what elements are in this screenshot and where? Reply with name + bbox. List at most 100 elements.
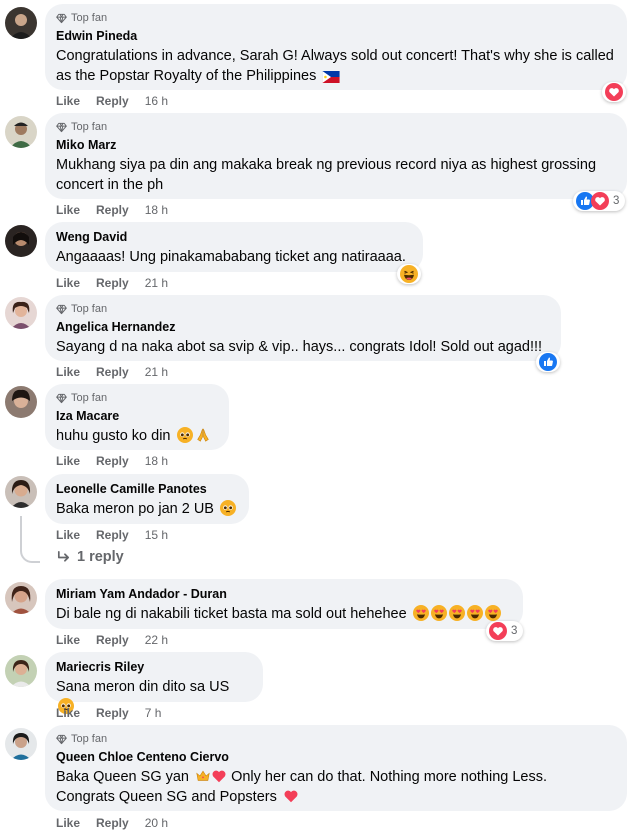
- avatar[interactable]: [5, 386, 37, 418]
- like-button[interactable]: Like: [56, 706, 80, 720]
- comment-text: Mukhang siya pa din ang makaka break ng …: [56, 157, 597, 193]
- comment-timestamp[interactable]: 15 h: [145, 528, 168, 542]
- top-fan-badge: Top fan: [56, 302, 549, 316]
- heart-eyes-icon: [449, 605, 465, 621]
- comment-bubble: Top fan Iza Macare huhu gusto ko din: [45, 384, 229, 450]
- like-button[interactable]: Like: [56, 633, 80, 647]
- comment-text: Congratulations in advance, Sarah G! Alw…: [56, 48, 614, 84]
- comment-author[interactable]: Queen Chloe Centeno Ciervo: [56, 749, 615, 765]
- comment-text: huhu gusto ko din: [56, 426, 217, 446]
- reaction-count: 3: [511, 625, 518, 637]
- comment-timestamp[interactable]: 22 h: [145, 633, 168, 647]
- reply-button[interactable]: Reply: [96, 454, 129, 468]
- reply-button[interactable]: Reply: [96, 706, 129, 720]
- heart-icon: [283, 788, 299, 804]
- reaction-summary[interactable]: 3: [573, 191, 626, 211]
- comment-bubble: Top fan Queen Chloe Centeno Ciervo Baka …: [45, 725, 627, 811]
- comment-author[interactable]: Leonelle Camille Panotes: [56, 481, 237, 497]
- diamond-icon: [56, 734, 67, 745]
- like-button[interactable]: Like: [56, 528, 80, 542]
- avatar[interactable]: [5, 7, 37, 39]
- comment-bubble: Weng David Angaaaas! Ung pinakamababang …: [45, 222, 423, 272]
- haha-reaction-icon: [400, 265, 418, 283]
- pleading-face-icon: [177, 427, 193, 443]
- reply-thread-line: [20, 516, 40, 563]
- comment-author[interactable]: Edwin Pineda: [56, 28, 615, 44]
- reaction-summary[interactable]: [602, 82, 626, 102]
- diamond-icon: [56, 393, 67, 404]
- reply-button[interactable]: Reply: [96, 94, 129, 108]
- reply-button[interactable]: Reply: [96, 203, 129, 217]
- comment-bubble: Top fan Angelica Hernandez Sayang d na n…: [45, 295, 561, 361]
- comment-bubble: Top fan Miko Marz Mukhang siya pa din an…: [45, 113, 627, 199]
- reply-button[interactable]: Reply: [96, 365, 129, 379]
- comment-bubble: Miriam Yam Andador - Duran Di bale ng di…: [45, 579, 523, 629]
- crown-icon: [195, 768, 211, 784]
- comment-actions: Like Reply 18 h: [56, 203, 168, 217]
- heart-eyes-icon: [413, 605, 429, 621]
- comment-author[interactable]: Iza Macare: [56, 408, 217, 424]
- heart-eyes-icon: [485, 605, 501, 621]
- comment-actions: Like Reply 20 h: [56, 816, 168, 830]
- like-button[interactable]: Like: [56, 94, 80, 108]
- like-button[interactable]: Like: [56, 816, 80, 830]
- comment-timestamp[interactable]: 21 h: [145, 365, 168, 379]
- avatar[interactable]: [5, 297, 37, 329]
- comment-timestamp[interactable]: 7 h: [145, 706, 162, 720]
- avatar[interactable]: [5, 476, 37, 508]
- avatar[interactable]: [5, 582, 37, 614]
- reaction-summary[interactable]: 3: [486, 621, 524, 641]
- comment-bubble: Mariecris Riley Sana meron din dito sa U…: [45, 652, 263, 702]
- reply-arrow-icon: [56, 550, 71, 565]
- top-fan-badge: Top fan: [56, 391, 217, 405]
- top-fan-badge: Top fan: [56, 120, 615, 134]
- comment-text: Baka Queen SG yan Only her can do that. …: [56, 768, 548, 805]
- love-reaction-icon: [489, 622, 507, 640]
- like-button[interactable]: Like: [56, 365, 80, 379]
- comment-timestamp[interactable]: 18 h: [145, 454, 168, 468]
- comment-timestamp[interactable]: 16 h: [145, 94, 168, 108]
- heart-eyes-icon: [431, 605, 447, 621]
- love-reaction-icon: [591, 192, 609, 210]
- avatar[interactable]: [5, 225, 37, 257]
- avatar[interactable]: [5, 728, 37, 760]
- comment-text: Sayang d na naka abot sa svip & vip.. ha…: [56, 339, 543, 355]
- like-button[interactable]: Like: [56, 454, 80, 468]
- like-button[interactable]: Like: [56, 203, 80, 217]
- folded-hands-icon: [195, 427, 211, 443]
- comment-actions: Like Reply 22 h: [56, 633, 168, 647]
- comment-author[interactable]: Mariecris Riley: [56, 659, 251, 675]
- reaction-summary[interactable]: [536, 352, 560, 372]
- comment-timestamp[interactable]: 21 h: [145, 276, 168, 290]
- comment-actions: Like Reply 21 h: [56, 276, 168, 290]
- diamond-icon: [56, 122, 67, 133]
- like-reaction-icon: [539, 353, 557, 371]
- reply-button[interactable]: Reply: [96, 816, 129, 830]
- comment-actions: Like Reply 21 h: [56, 365, 168, 379]
- avatar[interactable]: [5, 655, 37, 687]
- reply-button[interactable]: Reply: [96, 276, 129, 290]
- comment-author[interactable]: Miriam Yam Andador - Duran: [56, 586, 511, 602]
- reply-button[interactable]: Reply: [96, 528, 129, 542]
- love-reaction-icon: [605, 83, 623, 101]
- comment-author[interactable]: Miko Marz: [56, 137, 615, 153]
- comment-actions: Like Reply 7 h: [56, 706, 161, 720]
- view-replies-link[interactable]: 1 reply: [56, 549, 124, 565]
- like-button[interactable]: Like: [56, 276, 80, 290]
- reaction-summary[interactable]: [397, 264, 421, 284]
- comment-text: Angaaaas! Ung pinakamababang ticket ang …: [56, 249, 406, 265]
- reply-button[interactable]: Reply: [96, 633, 129, 647]
- top-fan-badge: Top fan: [56, 732, 615, 746]
- comment-timestamp[interactable]: 18 h: [145, 203, 168, 217]
- diamond-icon: [56, 13, 67, 24]
- avatar[interactable]: [5, 116, 37, 148]
- comment-actions: Like Reply 15 h: [56, 528, 168, 542]
- philippines-flag-icon: [322, 71, 340, 83]
- top-fan-badge: Top fan: [56, 11, 615, 25]
- heart-eyes-icon: [467, 605, 483, 621]
- comment-bubble: Top fan Edwin Pineda Congratulations in …: [45, 4, 627, 90]
- comment-timestamp[interactable]: 20 h: [145, 816, 168, 830]
- comment-author[interactable]: Angelica Hernandez: [56, 319, 549, 335]
- comment-actions: Like Reply 16 h: [56, 94, 168, 108]
- comment-author[interactable]: Weng David: [56, 229, 411, 245]
